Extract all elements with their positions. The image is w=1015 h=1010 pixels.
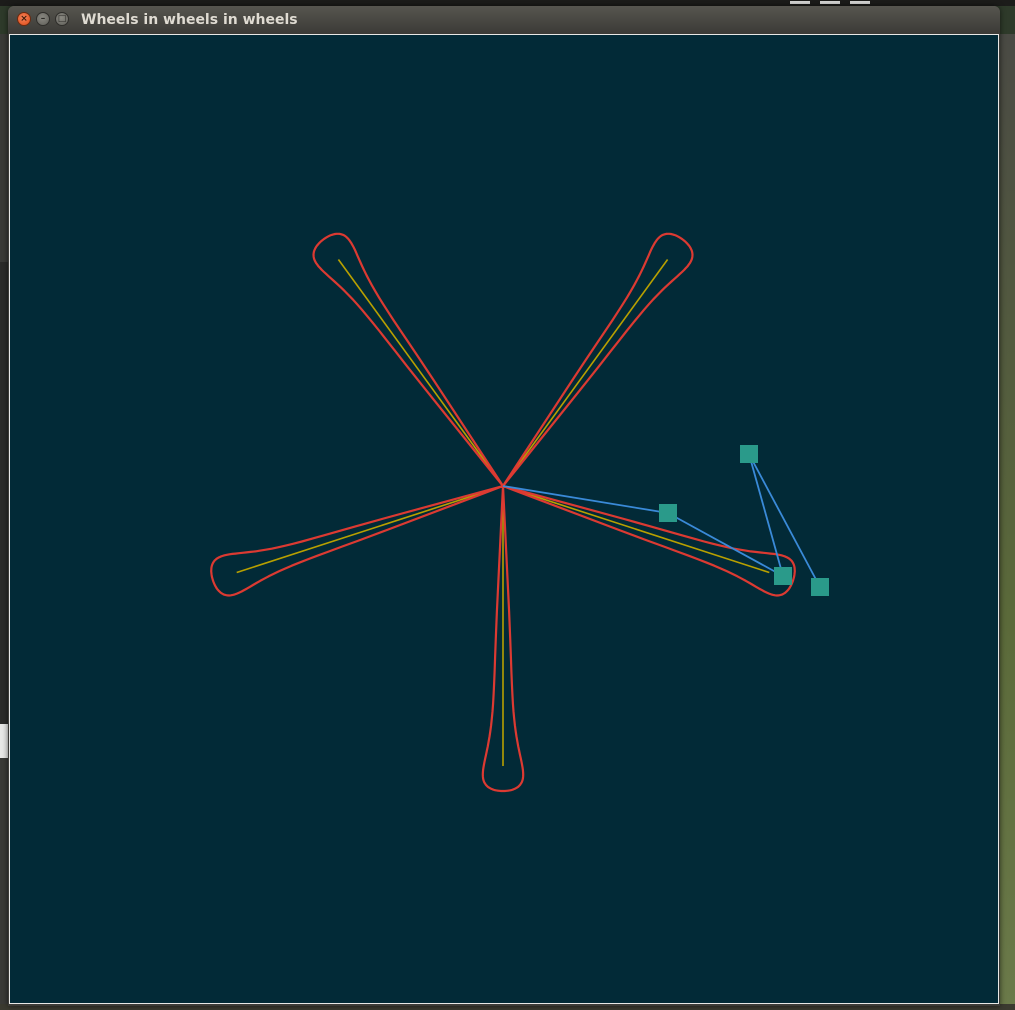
wheel-node — [811, 578, 829, 596]
minimize-icon[interactable]: – — [36, 12, 50, 26]
spoke-line — [337, 259, 504, 487]
maximize-icon[interactable]: □ — [55, 12, 69, 26]
window-titlebar[interactable]: × – □ Wheels in wheels in wheels — [8, 6, 1000, 33]
wheel-node — [659, 504, 677, 522]
wheels-drawing — [210, 232, 829, 793]
wheel-node — [774, 567, 792, 585]
close-icon[interactable]: × — [17, 12, 31, 26]
desktop-background-right — [999, 34, 1015, 1010]
petal-spokes — [236, 259, 770, 766]
canvas-frame — [9, 34, 999, 1004]
window-title: Wheels in wheels in wheels — [81, 12, 298, 28]
app-window: × – □ Wheels in wheels in wheels — [8, 6, 1000, 1006]
drawing-canvas[interactable] — [10, 35, 998, 1003]
wheel-nodes — [659, 445, 829, 596]
spoke-line — [502, 485, 770, 574]
wheel-node — [740, 445, 758, 463]
wheel-arm-line — [748, 453, 784, 577]
spoke-line — [236, 485, 504, 574]
spoke-line — [502, 259, 669, 487]
